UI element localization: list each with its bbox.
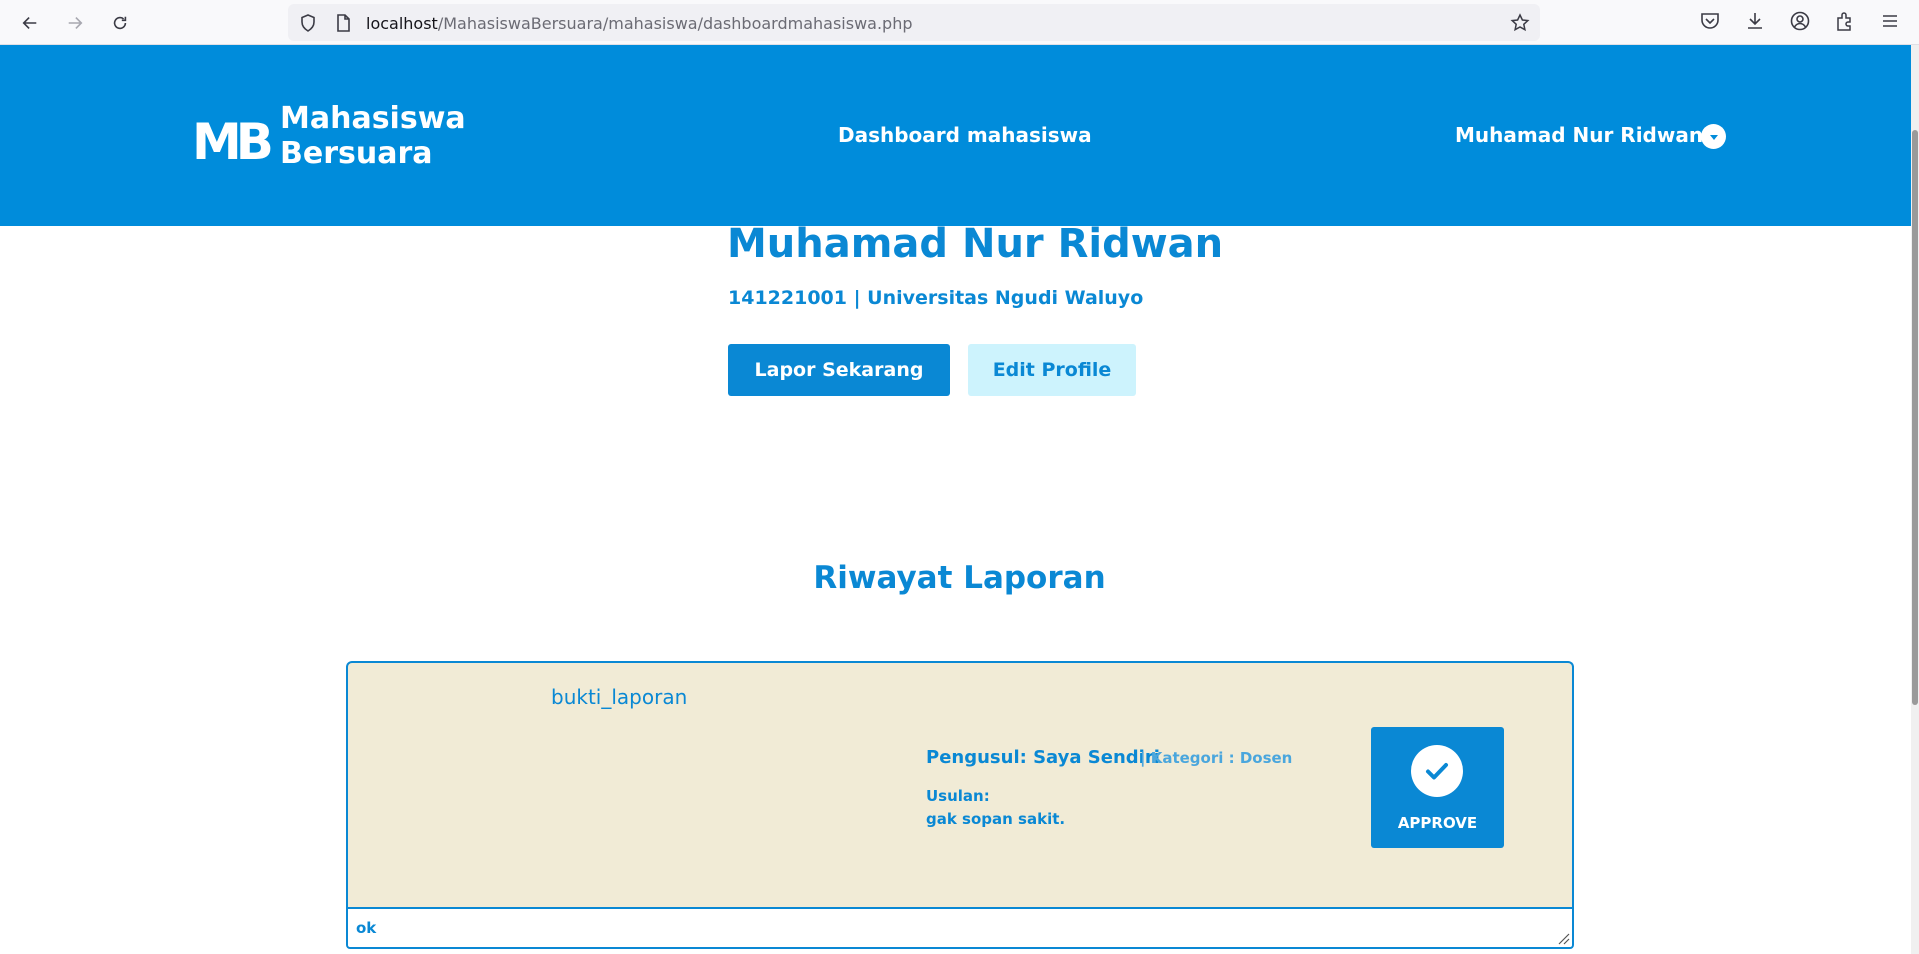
logo-line-1: Mahasiswa xyxy=(280,101,466,136)
edit-profile-button[interactable]: Edit Profile xyxy=(968,344,1136,396)
user-menu-name[interactable]: Muhamad Nur Ridwan xyxy=(1455,123,1703,147)
response-text: ok xyxy=(356,919,377,937)
report-category: | Kategori : Dosen xyxy=(1140,749,1293,767)
report-usulan-text: gak sopan sakit. xyxy=(926,810,1066,828)
browser-toolbar: localhost/MahasiswaBersuara/mahasiswa/da… xyxy=(0,0,1919,45)
download-icon[interactable] xyxy=(1744,10,1766,32)
status-badge: APPROVE xyxy=(1371,727,1504,848)
chevron-down-icon[interactable] xyxy=(1701,124,1726,149)
pocket-icon[interactable] xyxy=(1699,10,1721,32)
url-path: /MahasiswaBersuara/mahasiswa/dashboardma… xyxy=(437,14,913,33)
nav-dashboard[interactable]: Dashboard mahasiswa xyxy=(838,123,1092,147)
report-card: bukti_laporan Pengusul: Saya Sendiri | K… xyxy=(346,661,1574,909)
profile-name: Muhamad Nur Ridwan xyxy=(727,221,1224,267)
bookmark-star-icon[interactable] xyxy=(1510,13,1530,33)
profile-meta: 141221001 | Universitas Ngudi Waluyo xyxy=(728,287,1144,309)
site-header: MB Mahasiswa Bersuara Dashboard mahasisw… xyxy=(0,45,1919,226)
status-label: APPROVE xyxy=(1397,814,1478,832)
report-evidence-image: bukti_laporan xyxy=(551,685,688,709)
address-bar[interactable]: localhost/MahasiswaBersuara/mahasiswa/da… xyxy=(288,4,1540,41)
resize-grip-icon[interactable] xyxy=(1554,929,1570,945)
page-icon[interactable] xyxy=(333,13,353,33)
report-proposer: Pengusul: Saya Sendiri xyxy=(926,747,1160,768)
history-title: Riwayat Laporan xyxy=(813,560,1106,596)
url-text[interactable]: localhost/MahasiswaBersuara/mahasiswa/da… xyxy=(366,14,913,33)
logo-mark[interactable]: MB xyxy=(192,113,274,171)
report-usulan-label: Usulan: xyxy=(926,787,990,805)
back-icon[interactable] xyxy=(15,8,45,38)
extensions-icon[interactable] xyxy=(1834,10,1856,32)
menu-icon[interactable] xyxy=(1879,10,1901,32)
check-icon xyxy=(1411,745,1463,797)
account-icon[interactable] xyxy=(1789,10,1811,32)
shield-icon[interactable] xyxy=(298,13,318,33)
reload-icon[interactable] xyxy=(105,8,135,38)
forward-icon[interactable] xyxy=(60,8,90,38)
response-textarea[interactable]: ok xyxy=(346,907,1574,949)
scrollbar-thumb[interactable] xyxy=(1912,130,1918,705)
logo-line-2: Bersuara xyxy=(280,136,433,171)
report-now-button[interactable]: Lapor Sekarang xyxy=(728,344,950,396)
url-host: localhost xyxy=(366,14,438,33)
logo-text[interactable]: Mahasiswa Bersuara xyxy=(280,101,466,171)
